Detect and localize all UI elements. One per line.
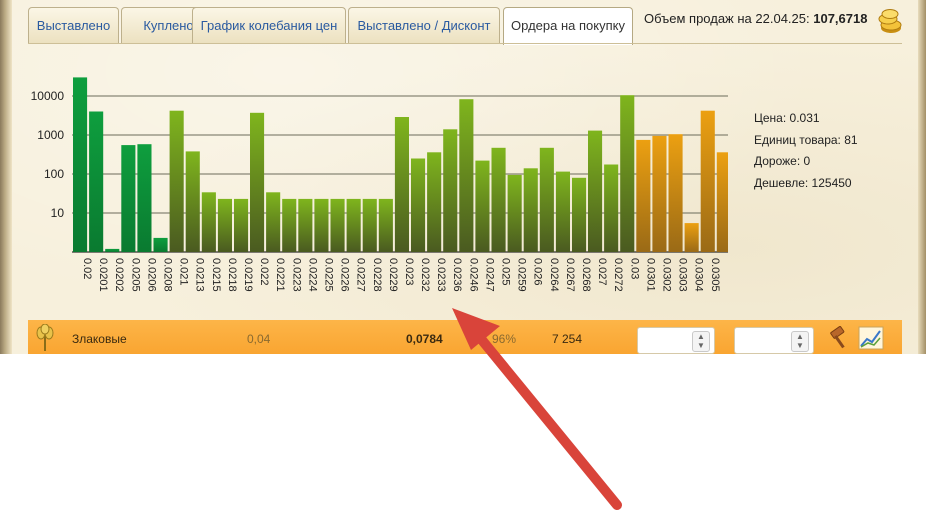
annotation-arrow xyxy=(463,318,622,510)
annotation-arrow-head xyxy=(452,308,500,350)
annotation-overlay xyxy=(452,308,622,510)
